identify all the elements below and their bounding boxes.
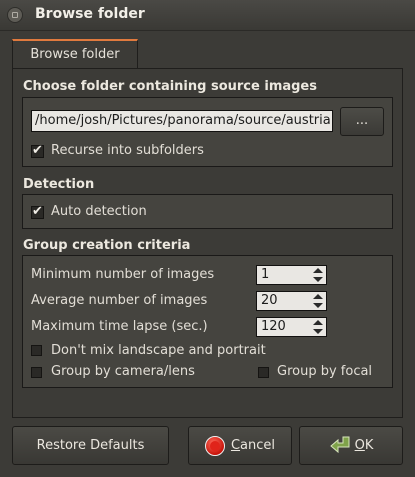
min-images-label: Minimum number of images bbox=[31, 267, 215, 282]
spin-arrows-icon[interactable] bbox=[313, 294, 323, 308]
spin-arrows-icon[interactable] bbox=[313, 268, 323, 282]
window-close-button[interactable] bbox=[7, 7, 23, 23]
source-section-title: Choose folder containing source images bbox=[23, 79, 317, 94]
cancel-button[interactable]: Cancel bbox=[188, 426, 292, 465]
criteria-section-title: Group creation criteria bbox=[23, 238, 191, 253]
group-by-focal-checkbox[interactable] bbox=[258, 367, 269, 378]
group-by-camera-checkbox[interactable] bbox=[31, 367, 42, 378]
min-images-value: 1 bbox=[261, 267, 270, 282]
auto-detection-label: Auto detection bbox=[51, 204, 147, 219]
browse-button[interactable]: ... bbox=[340, 107, 384, 136]
no-mix-checkbox[interactable] bbox=[31, 345, 42, 356]
restore-defaults-button[interactable]: Restore Defaults bbox=[12, 426, 169, 465]
recurse-label: Recurse into subfolders bbox=[51, 143, 204, 158]
group-by-focal-label: Group by focal bbox=[277, 364, 373, 379]
tab-browse-folder[interactable]: Browse folder bbox=[12, 39, 138, 69]
max-lapse-label: Maximum time lapse (sec.) bbox=[31, 319, 208, 334]
title-bar: Browse folder bbox=[0, 0, 415, 31]
min-images-spinbox[interactable]: 1 bbox=[256, 265, 327, 285]
avg-images-value: 20 bbox=[261, 293, 278, 308]
folder-path-input[interactable]: /home/josh/Pictures/panorama/source/aust… bbox=[31, 110, 333, 132]
avg-images-label: Average number of images bbox=[31, 293, 208, 308]
ok-button[interactable]: OK bbox=[299, 426, 403, 465]
max-lapse-value: 120 bbox=[261, 319, 286, 334]
spin-arrows-icon[interactable] bbox=[313, 320, 323, 334]
no-mix-label: Don't mix landscape and portrait bbox=[51, 343, 266, 358]
max-lapse-spinbox[interactable]: 120 bbox=[256, 317, 327, 337]
cancel-icon bbox=[204, 435, 225, 456]
auto-detection-checkbox[interactable] bbox=[31, 204, 44, 219]
window-title: Browse folder bbox=[35, 6, 145, 22]
avg-images-spinbox[interactable]: 20 bbox=[256, 291, 327, 311]
ok-arrow-icon bbox=[329, 436, 350, 453]
cancel-label: Cancel bbox=[230, 438, 276, 453]
recurse-checkbox[interactable] bbox=[31, 143, 44, 158]
detection-section-title: Detection bbox=[23, 177, 95, 192]
restore-defaults-label: Restore Defaults bbox=[36, 438, 145, 453]
group-by-camera-label: Group by camera/lens bbox=[51, 364, 195, 379]
ok-label: OK bbox=[354, 438, 374, 453]
